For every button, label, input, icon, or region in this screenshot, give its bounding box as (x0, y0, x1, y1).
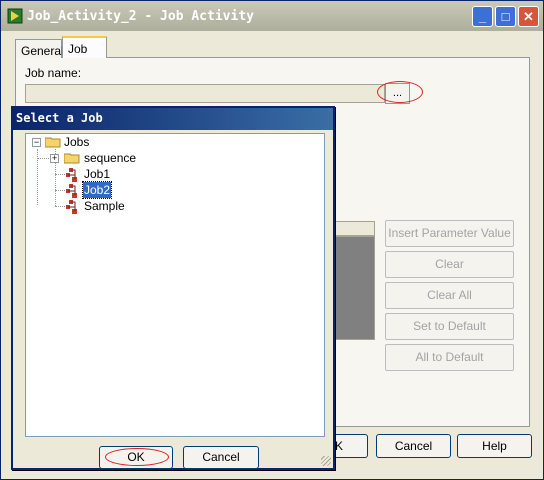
tab-general[interactable]: General (15, 39, 64, 58)
tree-node-jobs[interactable]: Jobs (64, 134, 89, 150)
tree-node-sample[interactable]: Sample (84, 198, 125, 214)
tab-job[interactable]: Job (62, 36, 107, 58)
maximize-icon: □ (501, 9, 510, 24)
dialog-cancel-button[interactable]: Cancel (183, 446, 259, 469)
minimize-icon: _ (478, 9, 487, 24)
resize-grip-icon[interactable] (321, 456, 331, 466)
dialog-title-bar[interactable]: Select a Job (13, 108, 333, 130)
open-folder-icon (45, 137, 61, 148)
job-icon (66, 184, 77, 198)
tree-line (55, 174, 65, 175)
set-default-button[interactable]: Set to Default (385, 313, 514, 340)
dialog-ok-button[interactable]: OK (99, 446, 173, 469)
tree-line (55, 206, 65, 207)
folder-icon (64, 153, 80, 164)
tree-node-sequence[interactable]: sequence (84, 150, 136, 166)
expand-icon[interactable]: + (50, 154, 59, 163)
job-name-label: Job name: (25, 66, 82, 80)
job-icon (66, 200, 77, 214)
clear-button[interactable]: Clear (385, 251, 514, 278)
job-name-field[interactable] (25, 84, 385, 103)
tree-line (37, 158, 51, 159)
clear-all-button[interactable]: Clear All (385, 282, 514, 309)
job-icon (66, 168, 77, 182)
parameter-grid-header (331, 221, 375, 236)
tree-node-job1[interactable]: Job1 (84, 166, 110, 182)
tree-line (55, 190, 65, 191)
browse-button[interactable]: ... (385, 83, 410, 104)
maximize-button[interactable]: □ (495, 6, 516, 27)
minimize-button[interactable]: _ (472, 6, 493, 27)
tree-node-job2[interactable]: Job2 (81, 181, 113, 199)
select-job-dialog: Select a Job − Jobs + sequence Job1 Job2 (11, 106, 335, 470)
window-title: Job_Activity_2 - Job Activity (27, 9, 254, 24)
help-button[interactable]: Help (457, 434, 532, 458)
cancel-button-main[interactable]: Cancel (376, 434, 451, 458)
close-icon: ✕ (523, 8, 534, 24)
parameter-grid[interactable] (331, 236, 375, 340)
insert-parameter-button[interactable]: Insert Parameter Value (385, 220, 514, 247)
job-tree[interactable]: − Jobs + sequence Job1 Job2 Sample (25, 133, 325, 437)
close-button[interactable]: ✕ (518, 6, 539, 27)
collapse-icon[interactable]: − (32, 138, 41, 147)
dialog-title: Select a Job (16, 111, 103, 125)
app-icon (7, 8, 23, 24)
all-default-button[interactable]: All to Default (385, 344, 514, 371)
title-bar[interactable]: Job_Activity_2 - Job Activity _ □ ✕ (1, 1, 543, 31)
